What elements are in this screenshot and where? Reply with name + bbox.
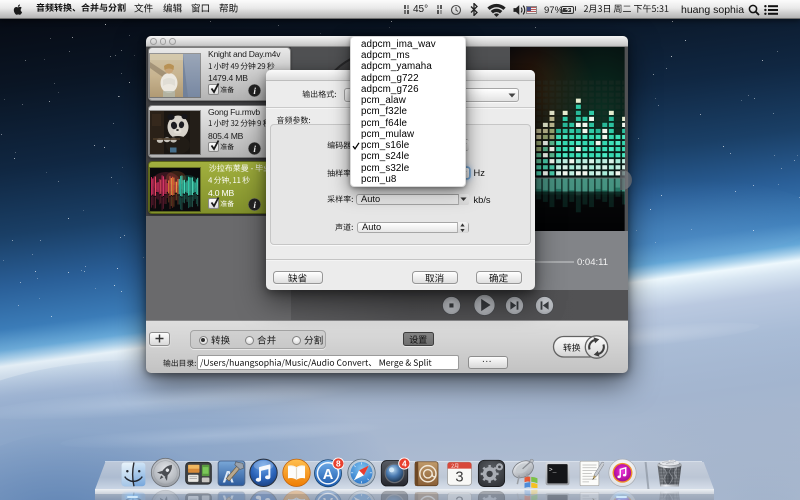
svg-text:A: A [323, 494, 334, 500]
svg-text:8: 8 [336, 459, 341, 469]
svg-text:i: i [253, 201, 256, 211]
svg-text:A: A [323, 467, 334, 483]
svg-text:3: 3 [455, 470, 463, 486]
svg-text:i: i [253, 87, 256, 97]
svg-text:3: 3 [455, 492, 463, 500]
svg-text:4: 4 [402, 459, 407, 469]
svg-text:>_: >_ [548, 466, 556, 473]
svg-text:i: i [253, 144, 256, 154]
